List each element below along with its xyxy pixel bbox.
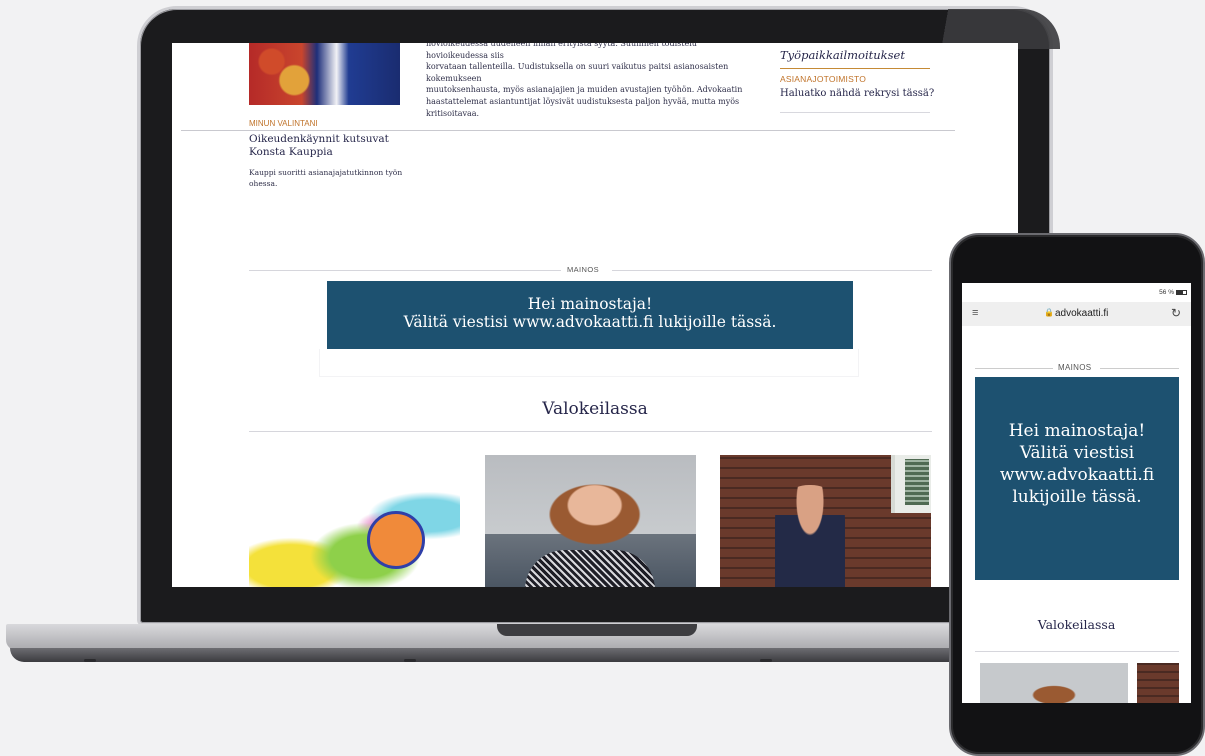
- ad-rule: [975, 368, 1053, 369]
- excerpt-line: kritisoitavaa.: [426, 108, 480, 118]
- ad-line: www.advokaatti.fi: [999, 465, 1155, 485]
- section-title: Valokeilassa: [542, 399, 648, 419]
- jobs-link[interactable]: Haluatko nähdä rekrysi tässä?: [780, 88, 934, 99]
- ad-line: Välitä viestisi: [1019, 443, 1135, 463]
- section-divider: [181, 130, 955, 131]
- ad-line: Hei mainostaja!: [1008, 421, 1146, 441]
- jobs-category: ASIANAJOTOIMISTO: [780, 74, 867, 84]
- laptop-foot: [760, 659, 772, 662]
- portrait-person: [775, 485, 845, 587]
- ad-rule: [1100, 368, 1179, 369]
- excerpt-line: muutoksenhausta, myös asianajajien ja mu…: [426, 85, 743, 95]
- laptop-notch: [497, 624, 697, 636]
- laptop-screen: hovioikeudessa uudelleen ilman erityistä…: [172, 43, 1018, 587]
- spotlight-card-image[interactable]: [980, 663, 1128, 703]
- battery-status: 56 %: [1159, 289, 1187, 296]
- watercolor-splash: [249, 485, 460, 587]
- phone-screen: 56 % ≡ 🔒 advokaatti.fi ↻ MAINOS Hei main…: [962, 283, 1191, 703]
- clock-illustration: [367, 511, 425, 569]
- sidebar-divider: [780, 112, 930, 113]
- battery-icon: [1176, 289, 1187, 295]
- menu-icon[interactable]: ≡: [972, 307, 978, 319]
- spotlight-card-image[interactable]: [485, 455, 696, 587]
- article-photo[interactable]: [249, 43, 400, 105]
- my-pick-title[interactable]: Oikeudenkäynnit kutsuvat Konsta Kauppia: [249, 133, 409, 159]
- laptop-foot: [404, 659, 416, 662]
- jobs-heading[interactable]: Työpaikkailmoitukset: [780, 48, 905, 62]
- portrait-jacket: [525, 550, 655, 587]
- ad-banner[interactable]: Hei mainostaja! Välitä viestisi www.advo…: [327, 281, 853, 349]
- window-shape: [891, 455, 931, 513]
- ad-rule: [249, 270, 561, 271]
- sidebar-divider: [780, 68, 930, 69]
- ad-label: MAINOS: [567, 265, 599, 274]
- lock-icon: 🔒: [1044, 308, 1054, 317]
- ad-label: MAINOS: [1058, 363, 1092, 372]
- section-title: Valokeilassa: [1037, 617, 1116, 632]
- article-excerpt: hovioikeudessa uudelleen ilman erityistä…: [426, 43, 756, 119]
- excerpt-line: haastattelemat asiantuntijat löysivät uu…: [426, 96, 740, 106]
- ad-banner[interactable]: Hei mainostaja! Välitä viestisi www.advo…: [975, 377, 1179, 580]
- battery-percent: 56 %: [1159, 289, 1174, 296]
- reload-icon[interactable]: ↻: [1171, 306, 1181, 320]
- excerpt-line: hovioikeudessa uudelleen ilman erityistä…: [426, 43, 697, 60]
- spotlight-card-image[interactable]: [720, 455, 931, 587]
- laptop-foot: [84, 659, 96, 662]
- excerpt-line: korvataan tallenteilla. Uudistuksella on…: [426, 62, 729, 83]
- section-rule: [249, 431, 932, 432]
- section-rule: [975, 651, 1179, 652]
- ad-line: Hei mainostaja!: [527, 295, 653, 313]
- ad-container-outline: [319, 349, 859, 377]
- ad-rule: [612, 270, 932, 271]
- ad-line: lukijoille tässä.: [1012, 487, 1142, 507]
- laptop-base-edge: [10, 648, 1010, 662]
- spotlight-card-image[interactable]: [1137, 663, 1179, 703]
- ad-line: Välitä viestisi www.advokaatti.fi lukijo…: [403, 313, 777, 331]
- url-text[interactable]: advokaatti.fi: [1055, 308, 1108, 319]
- my-pick-text: Kauppi suoritti asianajajatutkinnon työn…: [249, 168, 403, 188]
- spotlight-card-image[interactable]: [249, 455, 460, 587]
- my-pick-category: MINUN VALINTANI: [249, 119, 318, 128]
